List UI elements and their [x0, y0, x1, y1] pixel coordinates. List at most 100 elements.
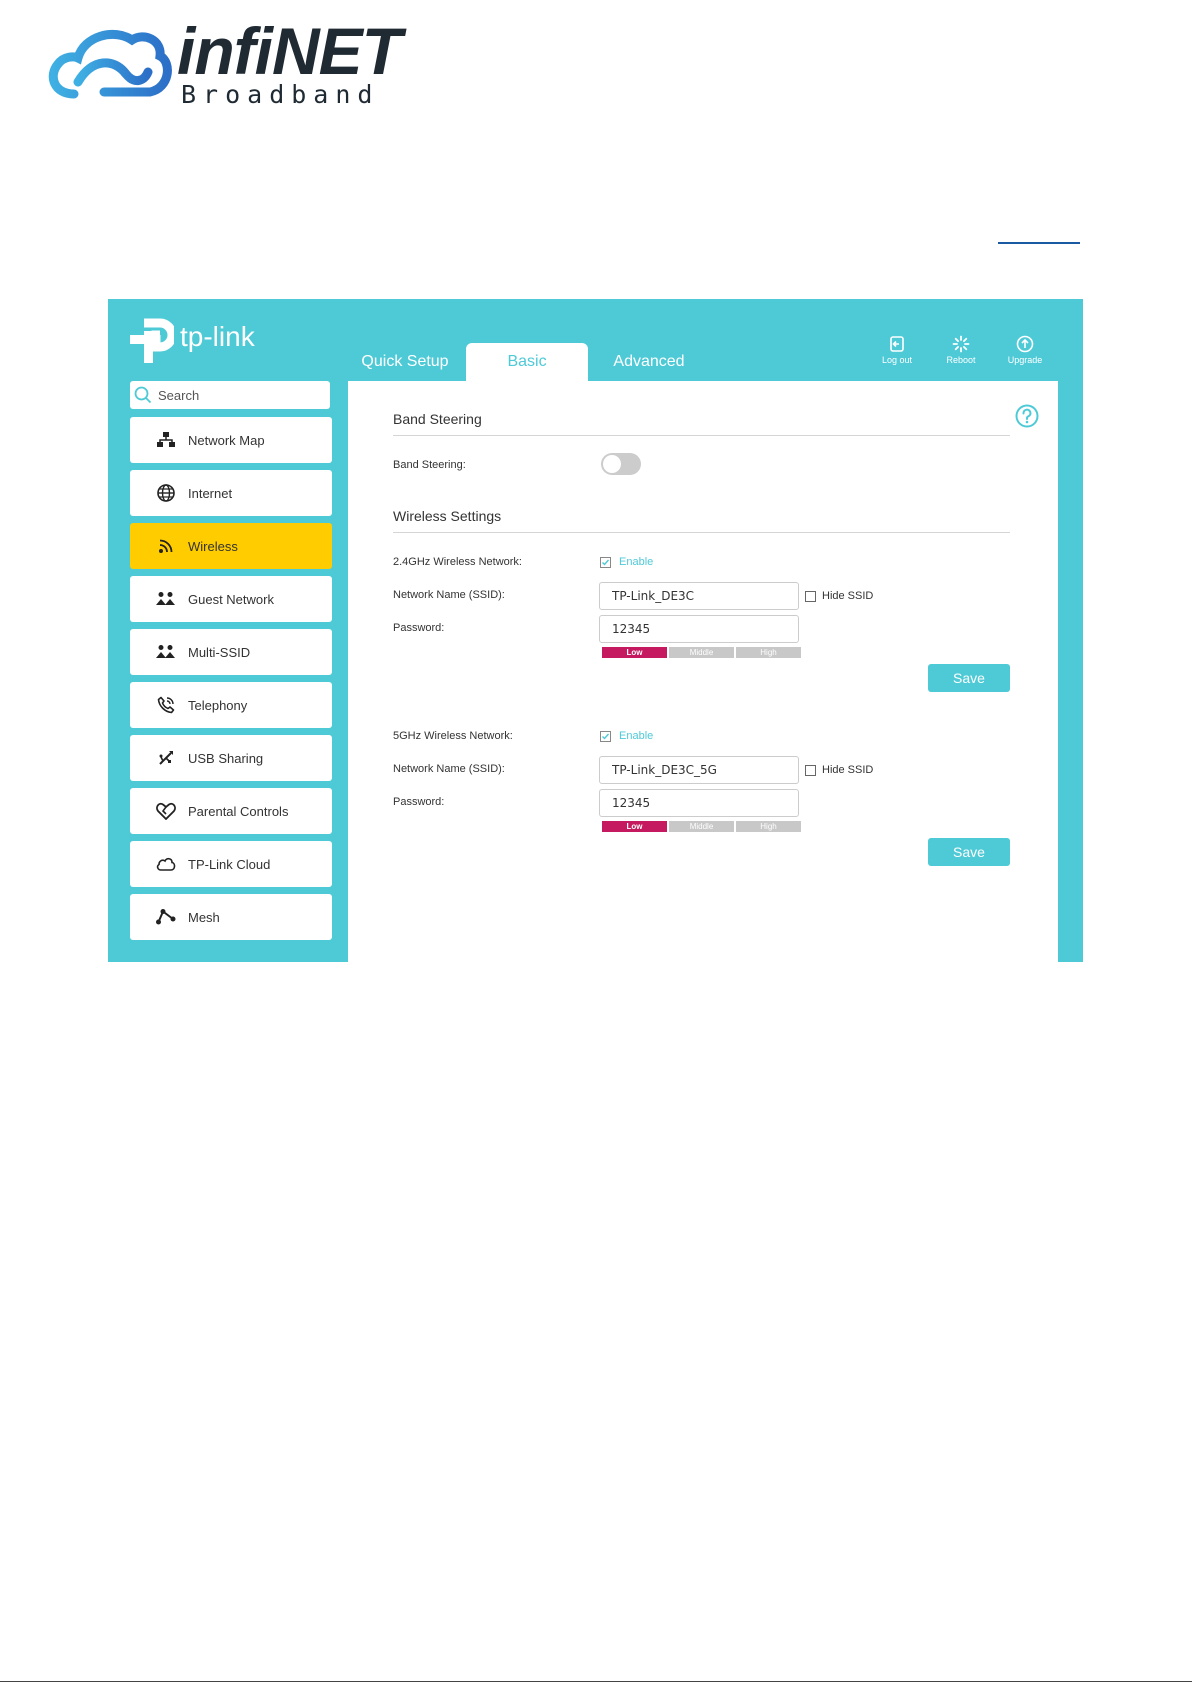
- reboot-icon: [952, 335, 970, 353]
- brand-logo: infiNET Broadband: [44, 18, 402, 109]
- router-admin-ui: tp-link Quick Setup Basic Advanced Log o…: [108, 299, 1083, 962]
- sidebar-item-label: USB Sharing: [188, 750, 264, 766]
- upgrade-icon: [1016, 335, 1034, 353]
- top-actions: Log out Reboot Upgrade: [875, 335, 1047, 365]
- upgrade-button[interactable]: Upgrade: [1003, 335, 1047, 365]
- tp-link-wordmark: tp-link: [180, 321, 255, 352]
- multi-ssid-icon: [156, 642, 176, 662]
- strength-low: Low: [602, 821, 667, 832]
- sidebar-item-wireless[interactable]: Wireless: [130, 523, 332, 569]
- ssid-label: Network Name (SSID):: [393, 763, 505, 775]
- band-steering-label: Band Steering:: [393, 459, 466, 471]
- sidebar-item-label: Guest Network: [188, 591, 274, 607]
- password-label: Password:: [393, 622, 445, 634]
- strength-low: Low: [602, 647, 667, 658]
- guest-icon: [156, 589, 176, 609]
- search-input[interactable]: [158, 387, 318, 403]
- band-steering-title: Band Steering: [393, 411, 482, 427]
- band-5-ssid-input[interactable]: [599, 756, 799, 784]
- ssid-label: Network Name (SSID):: [393, 589, 505, 601]
- band-24-save-button[interactable]: Save: [928, 664, 1010, 692]
- sidebar-item-label: Network Map: [188, 432, 265, 448]
- checkmark-icon: [602, 559, 610, 566]
- heart-icon: [156, 801, 176, 821]
- logout-label: Log out: [881, 355, 913, 365]
- band-5-password-strength: Low Middle High: [602, 821, 801, 832]
- upgrade-label: Upgrade: [1007, 355, 1043, 365]
- band-steering-toggle[interactable]: [601, 453, 641, 475]
- cloud-logo-icon: [48, 29, 172, 99]
- top-tabs: Quick Setup Basic Advanced: [344, 343, 710, 381]
- sidebar-item-label: Multi-SSID: [188, 644, 251, 660]
- search-box: [130, 381, 330, 409]
- tab-quick-setup[interactable]: Quick Setup: [344, 343, 466, 381]
- sidebar-item-guest-network[interactable]: Guest Network: [130, 576, 332, 622]
- divider: [393, 435, 1010, 436]
- band-24-enable-checkbox[interactable]: Enable: [600, 556, 653, 568]
- sidebar-item-tp-link-cloud[interactable]: TP-Link Cloud: [130, 841, 332, 887]
- tab-basic[interactable]: Basic: [466, 343, 588, 381]
- checkbox-box: [600, 556, 611, 568]
- checkbox-box: [805, 764, 816, 776]
- divider: [393, 532, 1010, 533]
- tp-link-mark-icon: [130, 318, 174, 363]
- cloud-icon: [156, 854, 176, 874]
- hide-ssid-label: Hide SSID: [822, 764, 874, 776]
- strength-middle: Middle: [669, 821, 734, 832]
- checkbox-box: [805, 590, 816, 602]
- band-5-password-input[interactable]: [599, 789, 799, 817]
- band-5-save-button[interactable]: Save: [928, 838, 1010, 866]
- strength-middle: Middle: [669, 647, 734, 658]
- band-5-enable-checkbox[interactable]: Enable: [600, 730, 653, 742]
- sidebar-item-label: Telephony: [188, 697, 248, 713]
- sidebar-item-mesh[interactable]: Mesh: [130, 894, 332, 940]
- logout-icon: [890, 336, 904, 352]
- sidebar-item-multi-ssid[interactable]: Multi-SSID: [130, 629, 332, 675]
- sidebar-nav: Network Map Internet Wireless Guest Netw…: [130, 417, 332, 947]
- strength-high: High: [736, 647, 801, 658]
- band-5-hide-ssid-checkbox[interactable]: Hide SSID: [805, 764, 873, 776]
- password-label: Password:: [393, 796, 445, 808]
- tp-link-logo: tp-link: [130, 317, 270, 363]
- phone-icon: [156, 695, 176, 715]
- wifi-icon: [156, 536, 176, 556]
- logout-button[interactable]: Log out: [875, 335, 919, 365]
- globe-icon: [156, 483, 176, 503]
- band-24-password-strength: Low Middle High: [602, 647, 801, 658]
- usb-icon: [156, 748, 176, 768]
- sidebar-item-label: Parental Controls: [188, 803, 289, 819]
- brand-subtitle: Broadband: [181, 80, 380, 109]
- enable-label: Enable: [619, 556, 654, 568]
- main-panel: Band Steering Band Steering: Wireless Se…: [348, 381, 1058, 962]
- brand-name: infiNET: [177, 14, 402, 88]
- checkbox-box: [600, 730, 611, 742]
- band-24-hide-ssid-checkbox[interactable]: Hide SSID: [805, 590, 873, 602]
- sidebar-item-label: Mesh: [188, 909, 220, 925]
- enable-label: Enable: [619, 730, 654, 742]
- network-map-icon: [156, 430, 176, 450]
- sidebar-item-label: TP-Link Cloud: [188, 856, 271, 872]
- strength-high: High: [736, 821, 801, 832]
- page-divider: [0, 1681, 1192, 1682]
- sidebar-item-internet[interactable]: Internet: [130, 470, 332, 516]
- sidebar-item-network-map[interactable]: Network Map: [130, 417, 332, 463]
- help-icon[interactable]: [1015, 404, 1039, 428]
- mesh-icon: [156, 907, 176, 927]
- sidebar-item-usb-sharing[interactable]: USB Sharing: [130, 735, 332, 781]
- band-24-password-input[interactable]: [599, 615, 799, 643]
- sidebar-item-parental-controls[interactable]: Parental Controls: [130, 788, 332, 834]
- band-24-label: 2.4GHz Wireless Network:: [393, 556, 522, 568]
- search-icon: [134, 386, 152, 404]
- band-5-label: 5GHz Wireless Network:: [393, 730, 513, 742]
- hide-ssid-label: Hide SSID: [822, 590, 874, 602]
- reboot-button[interactable]: Reboot: [939, 335, 983, 365]
- reboot-label: Reboot: [946, 355, 976, 365]
- wireless-settings-title: Wireless Settings: [393, 508, 502, 524]
- band-24-ssid-input[interactable]: [599, 582, 799, 610]
- checkmark-icon: [602, 733, 610, 740]
- sidebar-item-telephony[interactable]: Telephony: [130, 682, 332, 728]
- tab-advanced[interactable]: Advanced: [588, 343, 710, 381]
- decorative-line: [998, 242, 1080, 244]
- sidebar-item-label: Wireless: [188, 538, 238, 554]
- sidebar-item-label: Internet: [188, 485, 233, 501]
